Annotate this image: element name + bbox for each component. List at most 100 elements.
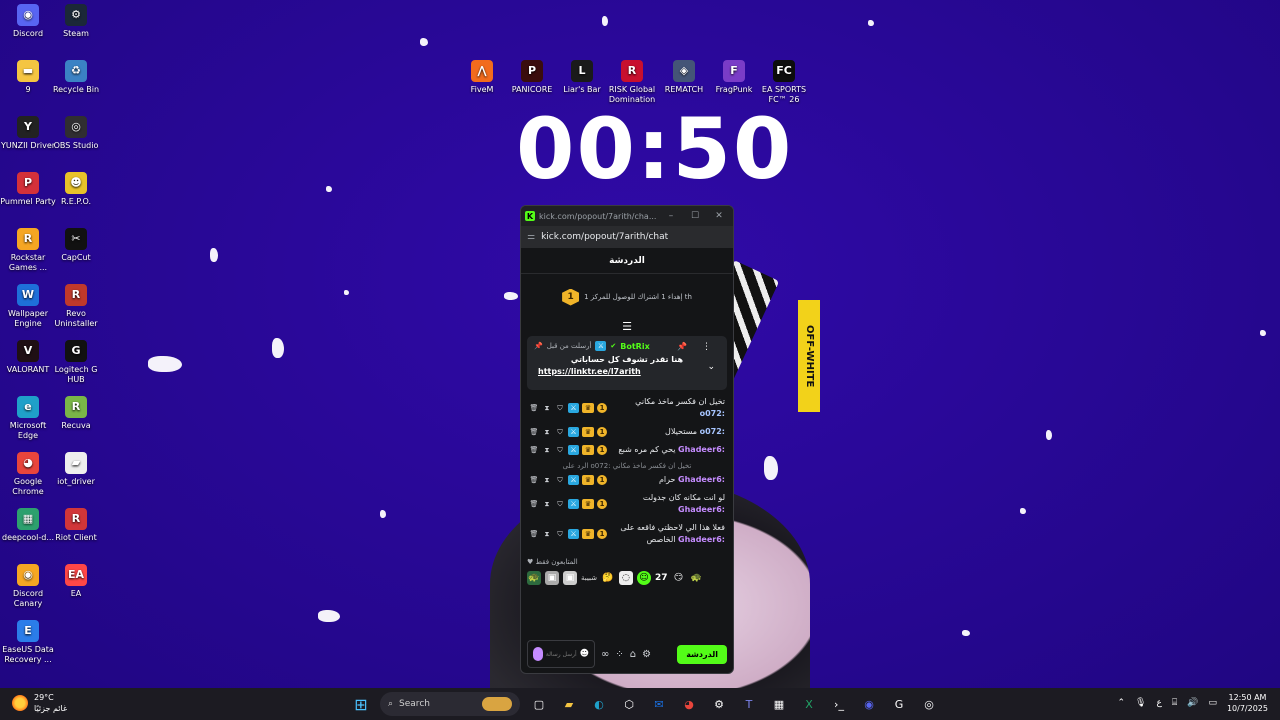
start-windows-icon[interactable]: ⊞	[350, 693, 372, 715]
microphone-icon[interactable]: 🎙	[1135, 698, 1146, 708]
site-settings-icon[interactable]: ⚌	[527, 232, 535, 242]
pinned-message[interactable]: 📌 أرسلت من قبل ⚔ ✔ BotRix هنا تقدر تشوف …	[527, 336, 727, 390]
infinity-icon[interactable]: ∞	[601, 649, 609, 660]
shield-icon[interactable]: ⛉	[555, 499, 565, 509]
desktop-icon[interactable]: ⚙ Steam	[48, 4, 104, 39]
shield-icon[interactable]: ⛉	[555, 403, 565, 413]
desktop-icon[interactable]: ♻ Recycle Bin	[48, 60, 104, 95]
chrome-icon[interactable]: ◕	[678, 693, 700, 715]
network-icon[interactable]: ⌸	[1172, 698, 1177, 708]
message-username[interactable]: Ghadeer6:	[678, 475, 725, 484]
app-icon[interactable]: ⬡	[618, 693, 640, 715]
chat-message[interactable]: تخيل ان فكسر ماخذ مكاني o072: 1 ♛ ⚔ ⛉ ⧗ 🗑	[529, 396, 725, 420]
teams-icon[interactable]: T	[738, 693, 760, 715]
message-username[interactable]: o072:	[700, 427, 725, 436]
settings-gear-icon[interactable]: ⚙	[642, 649, 651, 660]
taskbar-clock[interactable]: 12:50 AM 10/7/2025	[1227, 692, 1268, 714]
volume-icon[interactable]: 🔊	[1187, 698, 1198, 708]
weather-widget[interactable]: 29°C غائم جزئيًا	[12, 692, 67, 714]
desktop-icon[interactable]: ✂ CapCut	[48, 228, 104, 263]
shield-icon[interactable]: ⛉	[555, 529, 565, 539]
desktop-icon[interactable]: P PANICORE	[504, 60, 560, 95]
emote-icon[interactable]: 🤔	[601, 571, 615, 585]
shield-icon[interactable]: ⛉	[555, 427, 565, 437]
timeout-icon[interactable]: ⧗	[542, 475, 552, 485]
address-url[interactable]: kick.com/popout/7arith/chat	[541, 232, 668, 242]
message-username[interactable]: Ghadeer6:	[678, 445, 725, 454]
maximize-icon[interactable]: ☐	[685, 211, 705, 221]
shield-icon[interactable]: ⛉	[555, 445, 565, 455]
desktop-icon[interactable]: ☻ R.E.P.O.	[48, 172, 104, 207]
desktop-icon[interactable]: R Riot Client	[48, 508, 104, 543]
desktop-icon[interactable]: ⋀ FiveM	[454, 60, 510, 95]
chat-message[interactable]: يحي كم مره شبع Ghadeer6: 1 ♛ ⚔ ⛉ ⧗ 🗑	[529, 444, 725, 456]
message-username[interactable]: Ghadeer6:	[678, 535, 725, 544]
shield-icon[interactable]: ⛉	[555, 475, 565, 485]
desktop-icon[interactable]: FC EA SPORTS FC™ 26	[756, 60, 812, 105]
unpin-icon[interactable]: 📌	[677, 342, 687, 351]
emote-icon[interactable]: ▣	[563, 571, 577, 585]
desktop-icon[interactable]: R Recuva	[48, 396, 104, 431]
close-icon[interactable]: ✕	[709, 211, 729, 221]
kick-chat-popup-window[interactable]: K kick.com/popout/7arith/cha... – ☐ ✕ ⚌ …	[520, 205, 734, 674]
edge-icon[interactable]: ◐	[588, 693, 610, 715]
delete-icon[interactable]: 🗑	[529, 445, 539, 455]
steam-icon[interactable]: ⚙	[708, 693, 730, 715]
address-bar[interactable]: ⚌ kick.com/popout/7arith/chat	[521, 226, 733, 248]
file-explorer-icon[interactable]: ▰	[558, 693, 580, 715]
delete-icon[interactable]: 🗑	[529, 427, 539, 437]
delete-icon[interactable]: 🗑	[529, 475, 539, 485]
chat-input[interactable]: أرسل رسالة ☻	[527, 640, 595, 668]
more-options-icon[interactable]: ⋮	[702, 342, 711, 352]
emote-icon[interactable]: ◌	[618, 571, 633, 585]
desktop-icon[interactable]: ▰ iot_driver	[48, 452, 104, 487]
chevron-up-icon[interactable]: ⌃	[1117, 698, 1125, 708]
timeout-icon[interactable]: ⧗	[542, 445, 552, 455]
chat-message[interactable]: فعلا هذا الي لاحظتي فاقعه على الخاصص Gha…	[529, 522, 725, 546]
timeout-icon[interactable]: ⧗	[542, 403, 552, 413]
taskbar-search[interactable]: ⌕ Search	[380, 692, 520, 716]
obs-icon[interactable]: ◎	[918, 693, 940, 715]
emote-icon[interactable]: ☺	[636, 571, 651, 585]
chat-message[interactable]: لو انت مكانه كان جدولت Ghadeer6: 1 ♛ ⚔ ⛉ ⧗ 🗑	[529, 492, 725, 516]
emote-icon[interactable]: 😏	[672, 571, 686, 585]
timeout-icon[interactable]: ⧗	[542, 427, 552, 437]
desktop-icon[interactable]: R RISK Global Domination	[604, 60, 660, 105]
delete-icon[interactable]: 🗑	[529, 403, 539, 413]
logitech-icon[interactable]: G	[888, 693, 910, 715]
message-username[interactable]: o072:	[700, 409, 725, 418]
emote-icon[interactable]: 🐢	[690, 571, 704, 585]
chat-send-button[interactable]: الدردشة	[677, 644, 727, 664]
language-indicator[interactable]: ع	[1156, 698, 1161, 708]
store-icon[interactable]: ▦	[768, 693, 790, 715]
desktop-icon[interactable]: F FragPunk	[706, 60, 762, 95]
emoji-icon[interactable]: ☻	[580, 649, 589, 659]
desktop-icon[interactable]: EA EA	[48, 564, 104, 599]
pinned-link[interactable]: https://linktr.ee/l7arith	[534, 367, 720, 376]
desktop-icon[interactable]: L Liar's Bar	[554, 60, 610, 95]
chevron-down-icon[interactable]: ⌄	[707, 362, 715, 372]
desktop-icon[interactable]: R Revo Uninstaller	[48, 284, 104, 329]
pinned-bot-name[interactable]: BotRix	[620, 342, 649, 351]
delete-icon[interactable]: 🗑	[529, 499, 539, 509]
discord-icon[interactable]: ◉	[858, 693, 880, 715]
timeout-icon[interactable]: ⧗	[542, 499, 552, 509]
popup-titlebar[interactable]: K kick.com/popout/7arith/cha... – ☐ ✕	[521, 206, 733, 226]
delete-icon[interactable]: 🗑	[529, 529, 539, 539]
bubbles-icon[interactable]: ⁘	[615, 649, 623, 660]
excel-icon[interactable]: X	[798, 693, 820, 715]
terminal-icon[interactable]: ›_	[828, 693, 850, 715]
emote-icon[interactable]: 🐢	[527, 571, 541, 585]
store-icon[interactable]: ⌂	[630, 649, 636, 660]
desktop-icon[interactable]: ◈ REMATCH	[656, 60, 712, 95]
filter-icon[interactable]: ☰	[521, 320, 733, 334]
outlook-icon[interactable]: ✉	[648, 693, 670, 715]
desktop-icon[interactable]: ◎ OBS Studio	[48, 116, 104, 151]
emote-icon[interactable]: ▣	[545, 571, 559, 585]
timeout-icon[interactable]: ⧗	[542, 529, 552, 539]
task-view-icon[interactable]: ▢	[528, 693, 550, 715]
chat-message[interactable]: مستحيلال o072: 1 ♛ ⚔ ⛉ ⧗ 🗑	[529, 426, 725, 438]
battery-icon[interactable]: ▭	[1208, 698, 1217, 708]
desktop-icon[interactable]: E EaseUS Data Recovery ...	[0, 620, 56, 665]
desktop-icon[interactable]: G Logitech G HUB	[48, 340, 104, 385]
